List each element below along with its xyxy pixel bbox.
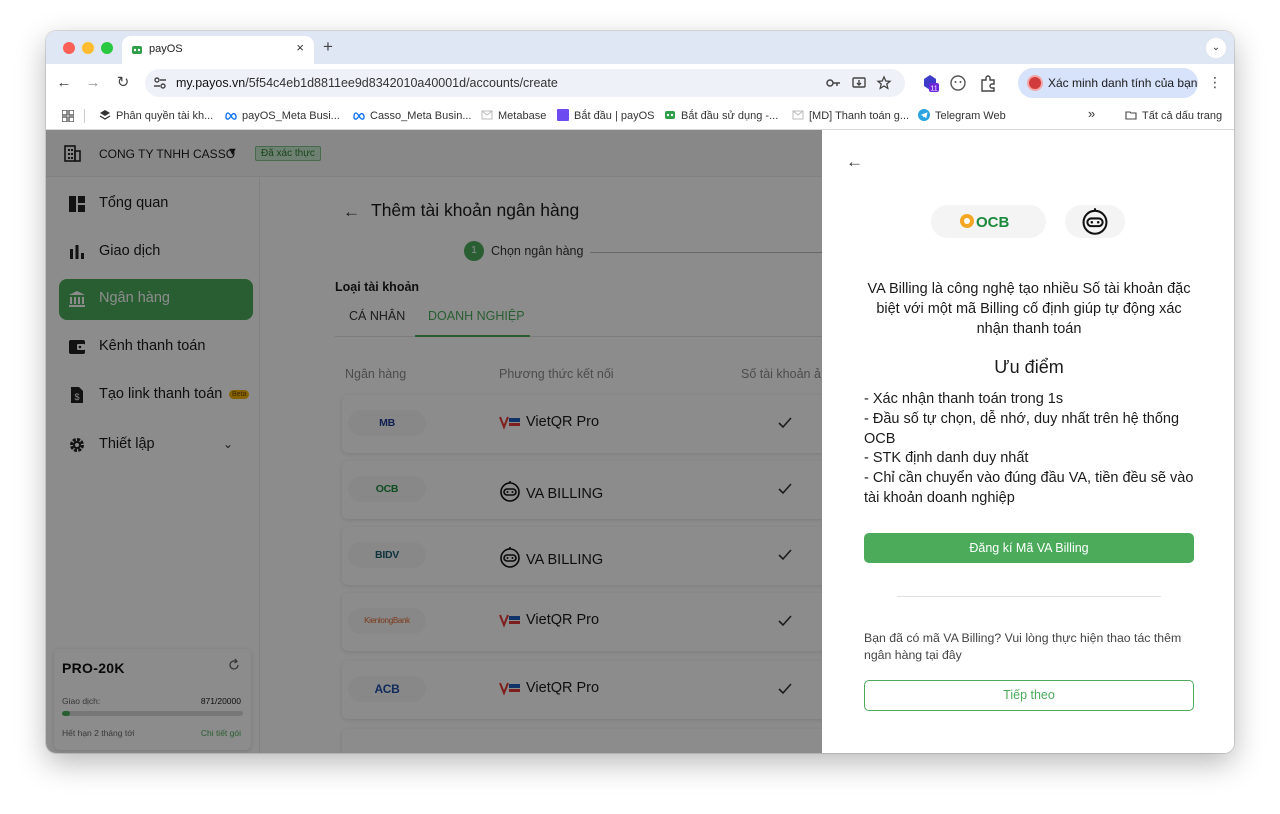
back-arrow-icon[interactable]: ← <box>846 152 863 172</box>
register-va-billing-button[interactable]: Đăng kí Mã VA Billing <box>864 533 1194 563</box>
back-button[interactable]: ← <box>54 73 74 93</box>
minimize-window-button[interactable] <box>82 42 94 54</box>
modal-backdrop[interactable] <box>46 130 822 753</box>
avatar <box>1027 75 1043 91</box>
browser-window: payOS × + ⌄ ← → ↻ my.payos.vn/5f54c4eb1d… <box>46 31 1234 753</box>
browser-toolbar: ← → ↻ my.payos.vn/5f54c4eb1d8811ee9d8342… <box>46 64 1234 102</box>
payos-icon <box>665 111 675 119</box>
bookmark-label: Telegram Web <box>935 110 1006 122</box>
ocb-logo: OCB <box>931 205 1046 238</box>
bookmark-item[interactable]: Metabase <box>481 109 546 122</box>
bookmark-item[interactable]: Casso_Meta Busin... <box>353 109 472 122</box>
bookmark-item[interactable]: Telegram Web <box>918 109 1006 122</box>
va-billing-drawer: ← OCB VA Billing là công nghệ tạo nhiều … <box>822 130 1234 753</box>
va-billing-logo <box>1065 205 1125 238</box>
bookmark-item[interactable]: Bắt đầu sử dụng -... <box>664 109 778 122</box>
bookmark-label: Bắt đầu sử dụng -... <box>681 110 779 122</box>
meta-icon <box>353 112 365 120</box>
list-item: - STK định danh duy nhất <box>864 450 1029 467</box>
advantages-title: Ưu điểm <box>994 357 1064 377</box>
bookmark-label: payOS_Meta Busi... <box>242 110 340 122</box>
payos-favicon-icon <box>132 46 142 54</box>
all-bookmarks-label: Tất cả dấu trang <box>1142 110 1223 122</box>
apps-grid-icon[interactable] <box>62 110 74 122</box>
browser-menu-icon[interactable]: ⋮ <box>1208 74 1222 91</box>
profile-button[interactable]: Xác minh danh tính của bạn <box>1018 68 1198 98</box>
advantages-list: - Xác nhận thanh toán trong 1s - Đầu số … <box>864 390 1204 509</box>
install-app-icon[interactable] <box>851 75 867 91</box>
divider <box>897 596 1161 597</box>
folder-icon <box>1125 111 1137 120</box>
list-item: - Đầu số tự chọn, dễ nhớ, duy nhất trên … <box>864 410 1180 447</box>
tab-title: payOS <box>149 43 183 55</box>
telegram-icon <box>918 109 930 121</box>
list-item: - Xác nhận thanh toán trong 1s <box>864 391 1064 407</box>
next-button[interactable]: Tiếp theo <box>864 680 1194 711</box>
url-text: my.payos.vn/5f54c4eb1d8811ee9d8342010a40… <box>176 76 558 90</box>
reload-button[interactable]: ↻ <box>113 73 133 93</box>
zoom-window-button[interactable] <box>101 42 113 54</box>
profile-text: Xác minh danh tính của bạn <box>1048 76 1198 90</box>
layers-icon <box>99 110 111 120</box>
bookmark-label: Casso_Meta Busin... <box>370 110 472 122</box>
new-tab-button[interactable]: + <box>323 37 333 57</box>
bookmark-item[interactable]: payOS_Meta Busi... <box>225 109 340 122</box>
extension-badge-icon[interactable]: 11 <box>921 74 939 92</box>
meta-icon <box>225 112 237 120</box>
bookmark-item[interactable]: Phân quyền tài kh... <box>99 109 213 122</box>
bookmark-item[interactable]: [MD] Thanh toán g... <box>792 109 909 122</box>
gmail-icon <box>792 110 804 120</box>
va-billing-description: VA Billing là công nghệ tạo nhiều Số tài… <box>867 281 1191 337</box>
forward-button[interactable]: → <box>83 73 103 93</box>
extension-smiley-icon[interactable] <box>949 74 967 92</box>
robot-icon <box>1082 208 1108 235</box>
bookmarks-bar: Phân quyền tài kh... payOS_Meta Busi... … <box>46 102 1234 130</box>
bookmarks-separator <box>84 109 85 123</box>
bookmark-label: [MD] Thanh toán g... <box>809 110 910 122</box>
url-domain: my.payos.vn <box>176 76 246 90</box>
bookmark-item[interactable]: Bắt đầu | payOS <box>557 109 655 122</box>
key-icon[interactable] <box>825 75 841 91</box>
tab-search-chevron-icon[interactable]: ⌄ <box>1206 38 1226 58</box>
address-bar[interactable]: my.payos.vn/5f54c4eb1d8811ee9d8342010a40… <box>145 69 905 97</box>
square-icon <box>557 109 569 121</box>
url-path: /5f54c4eb1d8811ee9d8342010a40001d/accoun… <box>245 76 558 90</box>
bookmark-label: Bắt đầu | payOS <box>574 110 655 122</box>
gmail-icon <box>481 110 493 120</box>
page-content: CONG TY TNHH CASSO ▼ Đã xác thực Tổng qu… <box>46 130 1234 753</box>
bookmark-star-icon[interactable] <box>876 75 892 91</box>
ocb-logo-mark: OCB <box>960 214 1010 231</box>
close-window-button[interactable] <box>63 42 75 54</box>
all-bookmarks-button[interactable]: Tất cả dấu trang <box>1125 109 1222 122</box>
tab-strip: payOS × + ⌄ <box>46 31 1234 65</box>
existing-va-note: Bạn đã có mã VA Billing? Vui lòng thực h… <box>864 631 1182 662</box>
extension-badge-count: 11 <box>930 86 937 93</box>
close-tab-icon[interactable]: × <box>296 40 304 55</box>
list-item: - Chỉ cần chuyển vào đúng đầu VA, tiền đ… <box>864 470 1194 506</box>
more-bookmarks-chevron[interactable]: » <box>1088 106 1095 121</box>
extensions-puzzle-icon[interactable] <box>979 74 997 92</box>
ocb-logo-text: OCB <box>976 214 1010 231</box>
browser-tab-payos[interactable]: payOS × <box>122 36 314 65</box>
bookmark-label: Metabase <box>498 110 547 122</box>
bookmark-label: Phân quyền tài kh... <box>116 110 214 122</box>
site-settings-icon[interactable] <box>153 76 167 90</box>
